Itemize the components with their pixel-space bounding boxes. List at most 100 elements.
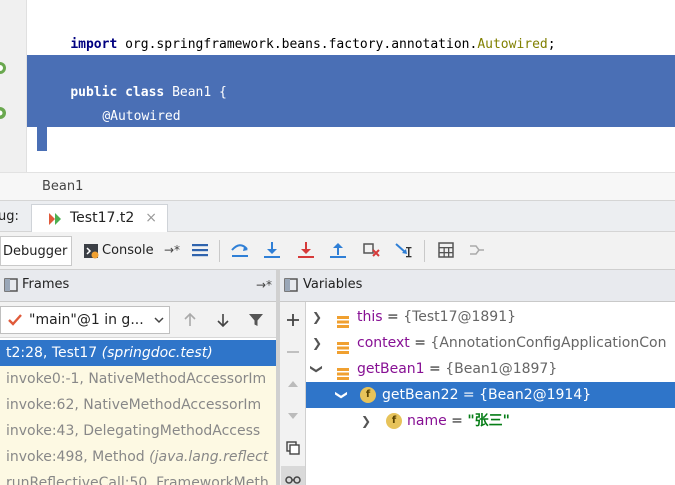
frame-method: t2:28, Test17 bbox=[6, 345, 102, 361]
copy-button[interactable] bbox=[281, 436, 305, 460]
chevron-right-icon[interactable]: ❯ bbox=[310, 330, 324, 356]
annotation-class: Autowired bbox=[477, 37, 548, 52]
frame-row[interactable]: invoke:43, DelegatingMethodAccess bbox=[0, 418, 276, 444]
frame-package: (java.lang.reflect bbox=[149, 449, 269, 465]
frame-row[interactable]: invoke:62, NativeMethodAccessorIm bbox=[0, 392, 276, 418]
frame-row[interactable]: runReflectiveCall:50, FrameworkMeth bbox=[0, 470, 276, 485]
pin-icon[interactable]: →* bbox=[164, 243, 180, 257]
frame-row[interactable]: invoke0:-1, NativeMethodAccessorIm bbox=[0, 366, 276, 392]
code-text: ; bbox=[547, 37, 556, 52]
toolbar-separator bbox=[424, 240, 425, 262]
step-over-button[interactable] bbox=[228, 238, 252, 262]
evaluate-expression-button[interactable] bbox=[434, 238, 458, 262]
debug-tool-window-tabs: ug: Test17.t2 × bbox=[0, 200, 675, 232]
triangle-down-icon bbox=[288, 413, 298, 419]
chevron-down-icon bbox=[153, 314, 165, 330]
frames-icon bbox=[4, 278, 18, 296]
variable-name: getBean1 bbox=[357, 361, 425, 377]
variable-row[interactable]: ❯ context = {AnnotationConfigApplication… bbox=[306, 330, 675, 356]
code-line-field: private Bean2 getBean22; bbox=[71, 105, 290, 148]
autowired-gutter-icon[interactable] bbox=[0, 106, 8, 120]
bean-gutter-icon[interactable] bbox=[0, 61, 8, 75]
remove-watch-button[interactable] bbox=[281, 340, 305, 364]
run-to-cursor-button[interactable] bbox=[392, 238, 416, 262]
variables-side-toolbar bbox=[280, 302, 306, 485]
move-down-button[interactable] bbox=[281, 404, 305, 428]
previous-frame-button[interactable] bbox=[178, 308, 202, 332]
tab-debugger[interactable]: Debugger bbox=[0, 236, 72, 266]
keyword: import bbox=[70, 37, 118, 52]
variable-equals: = bbox=[446, 413, 468, 429]
variable-row[interactable]: ❯ f name = "张三" bbox=[306, 408, 675, 434]
tab-console[interactable]: Console →* bbox=[80, 236, 184, 266]
variables-header: Variables bbox=[280, 270, 675, 302]
variables-title: Variables bbox=[303, 277, 363, 292]
variable-row[interactable]: ❯ getBean1 = {Bean1@1897} bbox=[306, 356, 675, 382]
code-line-import: import org.springframework.beans.factory… bbox=[39, 9, 555, 52]
frame-row[interactable]: invoke:498, Method (java.lang.reflect bbox=[0, 444, 276, 470]
field-name: getBean22 bbox=[211, 133, 283, 148]
chevron-down-icon[interactable]: ❯ bbox=[329, 388, 355, 402]
force-step-into-button[interactable] bbox=[294, 238, 318, 262]
field-icon: f bbox=[386, 413, 402, 429]
field-icon: f bbox=[360, 387, 376, 403]
drop-frame-icon bbox=[363, 243, 380, 257]
debugger-toolbar: Debugger Console →* bbox=[0, 232, 675, 270]
frame-package: (springdoc.test) bbox=[101, 345, 213, 361]
show-execution-point-button[interactable] bbox=[188, 238, 212, 262]
step-into-button[interactable] bbox=[260, 238, 284, 262]
step-out-button[interactable] bbox=[326, 238, 350, 262]
trace-current-stream-button[interactable] bbox=[465, 238, 489, 262]
console-icon bbox=[83, 243, 99, 263]
new-watch-button[interactable] bbox=[281, 308, 305, 332]
field-stack-icon bbox=[336, 335, 350, 356]
variables-icon bbox=[284, 278, 298, 296]
check-icon bbox=[7, 312, 23, 332]
show-watches-button[interactable] bbox=[281, 466, 305, 485]
filter-icon bbox=[249, 314, 263, 326]
frame-method: runReflectiveCall:50, FrameworkMeth bbox=[6, 475, 269, 485]
thread-select-value: "main"@1 in g... bbox=[29, 312, 144, 328]
code-editor[interactable]: import org.springframework.beans.factory… bbox=[0, 0, 675, 172]
move-up-button[interactable] bbox=[281, 372, 305, 396]
breadcrumb-item[interactable]: Bean1 bbox=[42, 179, 83, 194]
keyword: private bbox=[102, 133, 158, 148]
breadcrumb[interactable]: Bean1 bbox=[0, 172, 675, 200]
frame-row[interactable]: t2:28, Test17 (springdoc.test) bbox=[0, 340, 276, 366]
junit-icon bbox=[46, 211, 64, 231]
chevron-right-icon[interactable]: ❯ bbox=[310, 304, 324, 330]
variable-name: getBean22 bbox=[382, 387, 459, 403]
variable-value: {Bean1@1897} bbox=[445, 361, 558, 377]
variable-row-selected[interactable]: ❯ f getBean22 = {Bean2@1914} bbox=[306, 382, 675, 408]
editor-gutter bbox=[0, 0, 27, 172]
plus-icon bbox=[287, 314, 299, 326]
drop-frame-button[interactable] bbox=[359, 238, 383, 262]
variable-name: context bbox=[357, 335, 410, 351]
tab-console-label: Console bbox=[102, 243, 154, 258]
variable-value: {Test17@1891} bbox=[403, 309, 517, 325]
frame-method: invoke0:-1, NativeMethodAccessorIm bbox=[6, 371, 267, 387]
frame-method: invoke:43, DelegatingMethodAccess bbox=[6, 423, 261, 439]
chevron-right-icon[interactable]: ❯ bbox=[359, 408, 373, 434]
chevron-down-icon[interactable]: ❯ bbox=[306, 362, 330, 376]
variable-value: "张三" bbox=[467, 413, 510, 429]
code-text: Bean2 bbox=[164, 133, 205, 148]
close-icon[interactable]: × bbox=[145, 210, 157, 226]
variable-name: name bbox=[407, 413, 447, 429]
glasses-icon bbox=[285, 476, 301, 484]
next-frame-button[interactable] bbox=[211, 308, 235, 332]
frames-header: Frames →* bbox=[0, 270, 276, 302]
code-text: org.springframework.beans.factory.annota… bbox=[117, 37, 478, 52]
calculator-icon bbox=[438, 242, 454, 258]
tab-debugger-label: Debugger bbox=[3, 244, 68, 259]
pin-icon[interactable]: →* bbox=[256, 278, 272, 292]
variable-equals: = bbox=[382, 309, 404, 325]
field-stack-icon bbox=[336, 361, 350, 382]
stream-icon bbox=[470, 245, 484, 255]
filter-frames-button[interactable] bbox=[244, 308, 268, 332]
variable-row[interactable]: ❯ this = {Test17@1891} bbox=[306, 304, 675, 330]
thread-select[interactable]: "main"@1 in g... bbox=[0, 306, 170, 334]
variable-equals: = bbox=[424, 361, 446, 377]
code-text: ; bbox=[282, 133, 291, 148]
run-config-tab[interactable]: Test17.t2 × bbox=[31, 204, 168, 232]
